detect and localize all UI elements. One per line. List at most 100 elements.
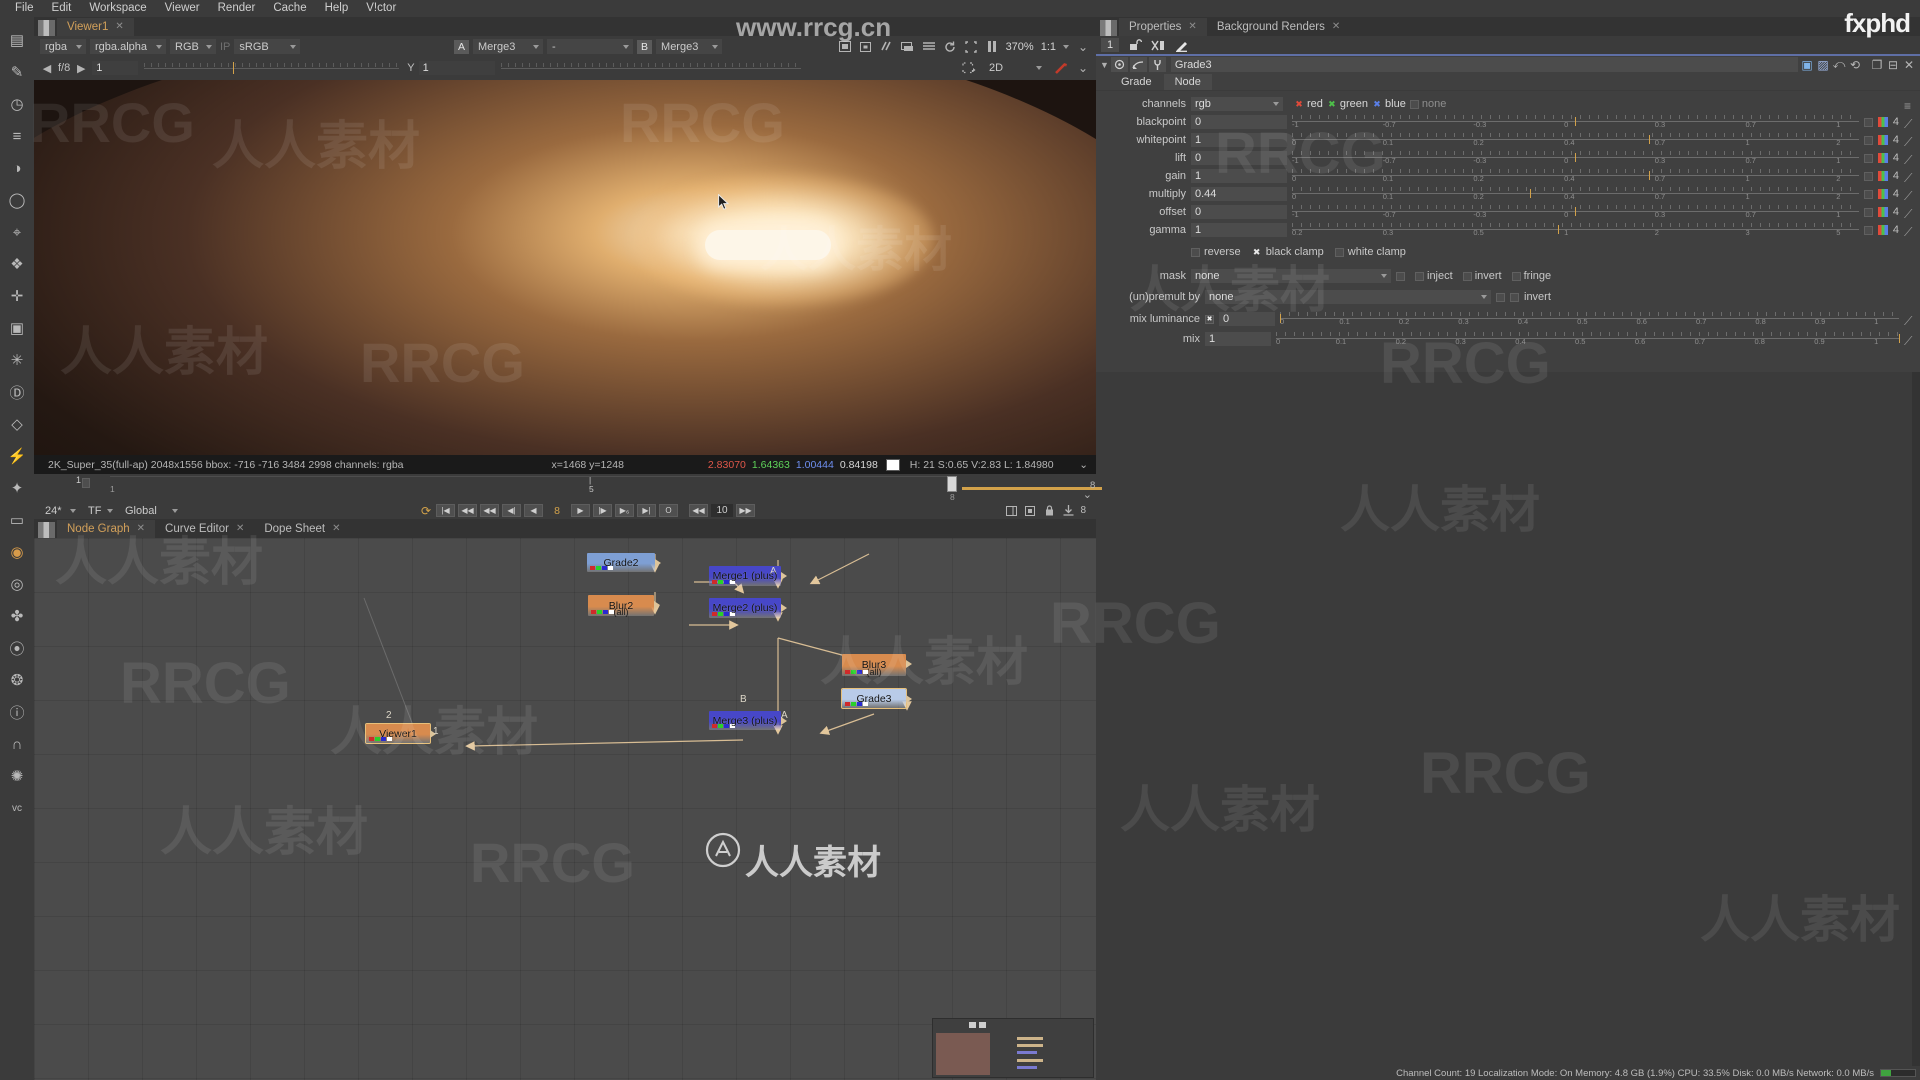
y-field[interactable]: 1 (418, 61, 495, 75)
deep-icon[interactable]: Ⓓ (4, 379, 30, 405)
viewer-status-expand-icon[interactable]: ⌄ (1079, 459, 1088, 471)
mix-slider[interactable]: 0 0.1 0.2 0.3 0.4 0.5 0.6 0.7 0.8 0.9 1 (1276, 332, 1900, 346)
premult-dropdown[interactable]: none (1205, 290, 1491, 304)
pause-icon[interactable] (985, 40, 999, 54)
mix-luminance-field[interactable]: 0 (1219, 312, 1275, 326)
param-slider-gain[interactable]: 0 0.1 0.2 0.4 0.7 1 2 (1292, 169, 1859, 183)
channels-menu-icon[interactable]: ≡ (1904, 99, 1914, 113)
keyer-icon[interactable]: ⌖ (4, 219, 30, 245)
tf-dropdown[interactable]: TF (83, 503, 117, 518)
timeline-expand-icon[interactable]: ⌄ (1083, 488, 1092, 501)
step-forward-button[interactable]: |▶ (593, 504, 612, 517)
node-graph-canvas[interactable]: Grade2 Blur2 (all) Merge1 (plus) Merge2 (plu… (34, 538, 1096, 1080)
unlock-icon[interactable] (1128, 38, 1142, 52)
furnace-icon[interactable]: ❂ (4, 667, 30, 693)
param-field-offset[interactable]: 0 (1191, 205, 1287, 219)
tab-properties[interactable]: Properties ✕ (1119, 18, 1207, 36)
mix-anim-icon[interactable]: ⟋ (1904, 334, 1914, 348)
param-channel-swatch-multiply[interactable] (1877, 189, 1888, 199)
param-field-whitepoint[interactable]: 1 (1191, 133, 1287, 147)
node-float-icon[interactable]: ❐ (1870, 58, 1884, 72)
channel-checkbox-red[interactable]: ✖ (1294, 99, 1304, 110)
param-enable-checkbox-gain[interactable] (1863, 171, 1873, 181)
loop-button[interactable]: O (659, 504, 678, 517)
channel-dropdown[interactable]: rgba.alpha (90, 39, 166, 54)
nodegraph-tab-node-graph[interactable]: Node Graph ✕ (57, 520, 156, 538)
clone-brush-icon[interactable] (1054, 61, 1068, 75)
layer-dropdown[interactable]: rgba (40, 39, 86, 54)
nodegraph-tab-dope-sheet[interactable]: Dope Sheet ✕ (254, 520, 351, 538)
gain-scale[interactable] (144, 61, 400, 75)
input-a-dropdown[interactable]: Merge3 (473, 39, 544, 54)
merge-icon[interactable]: ❖ (4, 251, 30, 277)
timeline-range-bar[interactable] (962, 487, 1102, 490)
draw-icon[interactable]: ✎ (4, 59, 30, 85)
viewer-mode-dropdown[interactable]: 2D (984, 61, 1046, 76)
param-animation-icon-multiply[interactable]: ⟋ (1904, 189, 1914, 203)
toolsets-icon[interactable]: ✦ (4, 475, 30, 501)
menu-item-v-ctor[interactable]: V!ctor (357, 0, 405, 17)
timeline-playhead[interactable] (947, 476, 957, 492)
prev-frame-button[interactable]: ◀ (524, 504, 543, 517)
nodegraph-tab-close-icon[interactable]: ✕ (236, 520, 244, 538)
zoom-to-fit-icon[interactable] (859, 40, 873, 54)
layout-list-icon[interactable] (922, 40, 936, 54)
current-frame[interactable]: 8 (546, 505, 568, 517)
nodegraph-tab-close-icon[interactable]: ✕ (137, 520, 145, 538)
node-blur2[interactable]: Blur2 (all) (588, 595, 660, 617)
expand-row2-icon[interactable]: ⌄ (1076, 61, 1090, 75)
slider-knob[interactable] (1558, 225, 1560, 234)
vc-icon[interactable]: vc (4, 795, 30, 821)
3d-icon[interactable]: ▣ (4, 315, 30, 341)
globe-icon[interactable]: ✺ (4, 763, 30, 789)
param-field-multiply[interactable]: 0.44 (1191, 187, 1287, 201)
color-icon[interactable]: ◑ (4, 155, 30, 181)
channel-checkbox-none[interactable] (1409, 99, 1419, 109)
mask-dropdown[interactable]: none (1191, 269, 1391, 283)
menu-item-viewer[interactable]: Viewer (156, 0, 209, 17)
node-output-plug[interactable] (655, 559, 661, 567)
magnet-icon[interactable]: ∩ (4, 731, 30, 757)
mask-enable-checkbox[interactable] (1396, 271, 1405, 281)
input-mid-dropdown[interactable]: - (547, 39, 634, 54)
mask-option-checkbox-invert[interactable] (1462, 271, 1472, 281)
param-slider-offset[interactable]: -1 -0.7 -0.3 0 0.3 0.7 1 (1292, 205, 1859, 219)
premult-extra-checkbox[interactable] (1496, 292, 1505, 302)
menu-item-cache[interactable]: Cache (264, 0, 315, 17)
param-enable-checkbox-gamma[interactable] (1863, 225, 1873, 235)
param-field-gamma[interactable]: 1 (1191, 223, 1287, 237)
mix-luminance-anim-icon[interactable]: ⟋ (1904, 314, 1914, 328)
tracker-icon[interactable]: ⦿ (4, 635, 30, 661)
menu-item-render[interactable]: Render (209, 0, 265, 17)
y-scale[interactable] (500, 61, 801, 75)
first-frame-button[interactable]: |◀ (436, 504, 455, 517)
channel-checkbox-green[interactable]: ✖ (1327, 99, 1337, 110)
roi-region-icon[interactable] (962, 61, 976, 75)
proxy-toggle-icon[interactable] (880, 40, 894, 54)
param-enable-checkbox-offset[interactable] (1863, 207, 1873, 217)
param-field-lift[interactable]: 0 (1191, 151, 1287, 165)
toggle-checkbox-white-clamp[interactable] (1334, 247, 1344, 257)
param-animation-icon-whitepoint[interactable]: ⟋ (1904, 135, 1914, 149)
gain-slider-icon[interactable]: ◀ (40, 61, 54, 75)
node-output-plug[interactable] (906, 695, 912, 703)
node-output-plug[interactable] (781, 604, 787, 612)
toggle-checkbox-black-clamp[interactable]: ✖ (1252, 247, 1262, 258)
param-slider-lift[interactable]: -1 -0.7 -0.3 0 0.3 0.7 1 (1292, 151, 1859, 165)
node-output-plug[interactable] (906, 660, 912, 668)
nodegraph-tab-close-icon[interactable]: ✕ (332, 520, 340, 538)
node-help-icon[interactable] (1129, 57, 1147, 72)
roi-icon[interactable] (964, 40, 978, 54)
fit-to-window-icon[interactable] (838, 40, 852, 54)
skip-back-button[interactable]: ◀◀ (689, 504, 708, 517)
tab-properties-close-icon[interactable]: ✕ (1188, 18, 1196, 36)
properties-grip-icon[interactable] (1100, 20, 1117, 36)
node-viewer1[interactable]: Viewer1 (365, 723, 436, 744)
param-slider-blackpoint[interactable]: -1 -0.7 -0.3 0 0.3 0.7 1 (1292, 115, 1859, 129)
node-output-plug[interactable] (781, 572, 787, 580)
monitor-out-icon[interactable] (901, 40, 915, 54)
menu-item-file[interactable]: File (6, 0, 43, 17)
param-channel-swatch-whitepoint[interactable] (1877, 135, 1888, 145)
panel-grip-icon[interactable] (38, 20, 55, 36)
time-icon[interactable]: ◷ (4, 91, 30, 117)
